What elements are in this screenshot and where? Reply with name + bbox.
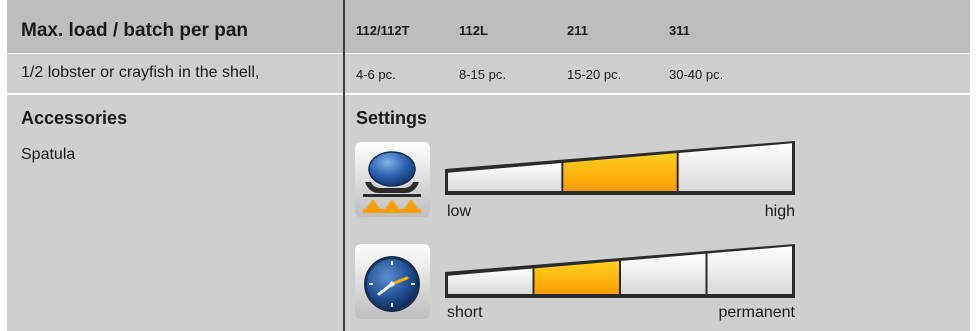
settings-heading: Settings (356, 108, 428, 128)
section-divider (7, 93, 970, 95)
row-divider (7, 53, 970, 54)
scale-max-label: high (764, 203, 795, 220)
column-header-112l: 112L (459, 23, 488, 38)
column-header-211: 211 (567, 23, 588, 38)
duration-scale: short permanent (445, 244, 795, 321)
intensity-scale-bar (445, 141, 795, 195)
cell-211: 15-20 pc. (567, 67, 622, 82)
cell-311: 30-40 pc. (669, 67, 724, 82)
cell-112l: 8-15 pc. (459, 67, 506, 82)
scale-max-label: permanent (718, 304, 796, 321)
row-item-label: 1/2 lobster or crayfish in the shell, (21, 64, 260, 81)
column-header-112-112t: 112/112T (356, 23, 410, 38)
accessory-item: Spatula (21, 146, 76, 163)
cell-112-112t: 4-6 pc. (356, 67, 396, 82)
intensity-scale: low high (445, 141, 795, 220)
column-header-311: 311 (669, 23, 690, 38)
scale-segment (707, 246, 792, 294)
clock-icon (355, 244, 430, 319)
accessories-heading: Accessories (21, 108, 128, 128)
column-divider (343, 0, 345, 331)
steam-power-icon (355, 142, 430, 217)
table-title: Max. load / batch per pan (21, 20, 248, 41)
cooking-instruction-page: Max. load / batch per pan 112/112T 112L … (0, 0, 977, 331)
scale-min-label: short (447, 304, 483, 321)
duration-scale-bar (445, 244, 795, 298)
scale-min-label: low (447, 203, 472, 220)
